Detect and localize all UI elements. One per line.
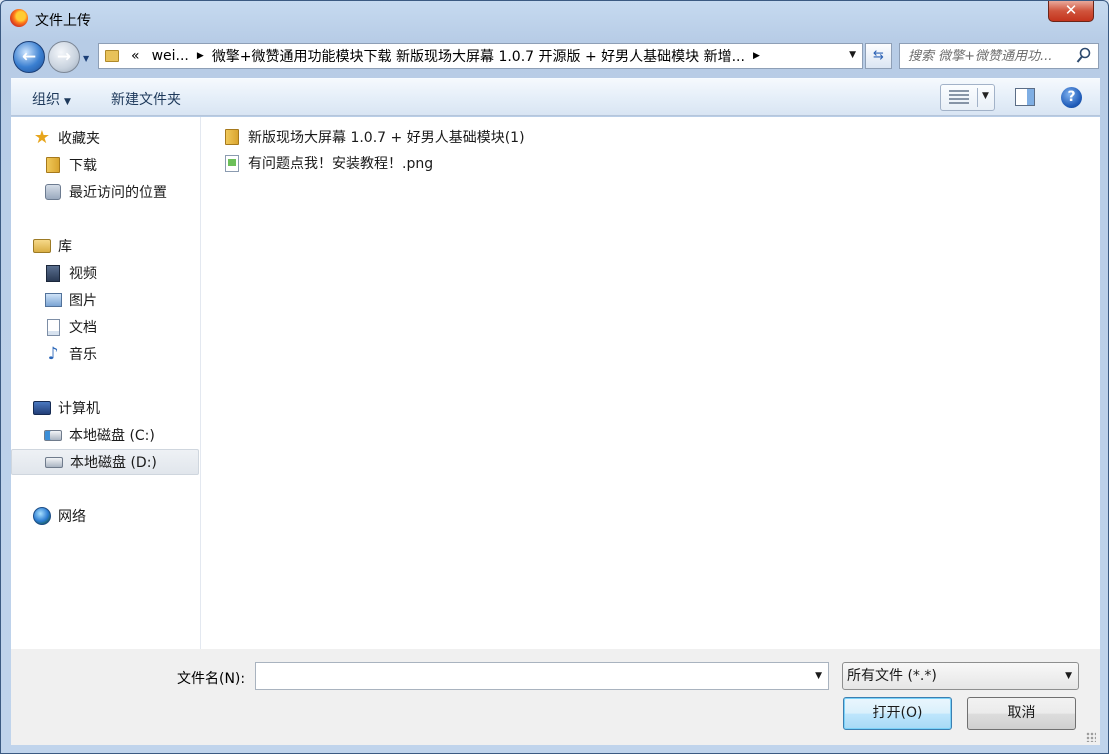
recent-places-icon xyxy=(44,183,62,201)
library-icon xyxy=(33,237,51,255)
sidebar-item-label: 视频 xyxy=(69,266,97,282)
chevron-down-icon[interactable]: ▼ xyxy=(982,91,989,101)
search-input[interactable] xyxy=(900,44,1072,68)
dialog-footer: 文件名(N): ▼ 所有文件 (*.*) ▼ 打开(O) 取消 xyxy=(11,649,1100,745)
navigation-pane: ★ 收藏夹 下载 最近访问的位置 库 视频 图片 文档 ♪ 音乐 计算机 本地磁… xyxy=(11,117,201,649)
sidebar-item-label: 最近访问的位置 xyxy=(69,185,167,201)
navigation-bar: ← → ▼ « wei... ▶ 微擎+微赞通用功能模块下载 新版现场大屏幕 1… xyxy=(1,37,1108,77)
sidebar-item-favorites[interactable]: ★ 收藏夹 xyxy=(11,125,199,151)
firefox-icon xyxy=(10,9,28,27)
sidebar-item-label: 收藏夹 xyxy=(58,131,100,147)
sidebar-item-documents[interactable]: 文档 xyxy=(11,314,199,340)
sidebar-item-videos[interactable]: 视频 xyxy=(11,260,199,286)
sidebar-item-libraries[interactable]: 库 xyxy=(11,233,199,259)
address-dropdown-icon[interactable]: ▼ xyxy=(849,50,856,60)
filename-combobox[interactable]: ▼ xyxy=(255,662,829,690)
address-segment-current[interactable]: 微擎+微赞通用功能模块下载 新版现场大屏幕 1.0.7 开源版 + 好男人基础模… xyxy=(212,46,745,66)
filename-label: 文件名(N): xyxy=(177,671,246,687)
hard-drive-icon xyxy=(45,453,63,471)
sidebar-item-computer[interactable]: 计算机 xyxy=(11,395,199,421)
command-toolbar: 组织 ▼ 新建文件夹 ▼ ? xyxy=(11,78,1100,116)
filename-field[interactable] xyxy=(256,663,804,689)
address-bar[interactable]: « wei... ▶ 微擎+微赞通用功能模块下载 新版现场大屏幕 1.0.7 开… xyxy=(98,43,863,69)
sidebar-item-label: 图片 xyxy=(69,293,97,309)
chevron-down-icon[interactable]: ▼ xyxy=(815,671,822,681)
back-arrow-icon[interactable]: ← xyxy=(13,41,45,73)
sidebar-item-label: 本地磁盘 (C:) xyxy=(69,428,155,444)
sidebar-item-label: 音乐 xyxy=(69,347,97,363)
list-item[interactable]: 新版现场大屏幕 1.0.7 + 好男人基础模块(1) xyxy=(225,126,525,148)
sidebar-item-label: 库 xyxy=(58,239,72,255)
file-list: 新版现场大屏幕 1.0.7 + 好男人基础模块(1) 有问题点我！安装教程！.p… xyxy=(202,117,1100,649)
computer-icon xyxy=(33,399,51,417)
new-folder-button[interactable]: 新建文件夹 xyxy=(111,89,181,109)
title-bar: 文件上传 ✕ xyxy=(1,1,1108,37)
sidebar-item-drive-c[interactable]: 本地磁盘 (C:) xyxy=(11,422,199,448)
file-type-value: 所有文件 (*.*) xyxy=(847,668,937,684)
address-segment-wei[interactable]: wei... xyxy=(152,48,189,64)
open-button[interactable]: 打开(O) xyxy=(843,697,952,730)
image-file-icon xyxy=(225,155,241,172)
sidebar-item-label: 本地磁盘 (D:) xyxy=(70,455,157,471)
sidebar-item-downloads[interactable]: 下载 xyxy=(11,152,199,178)
folder-icon xyxy=(225,129,241,145)
forward-arrow-icon[interactable]: → xyxy=(48,41,80,73)
content-area: ★ 收藏夹 下载 最近访问的位置 库 视频 图片 文档 ♪ 音乐 计算机 本地磁… xyxy=(11,117,1100,649)
sidebar-item-label: 下载 xyxy=(69,158,97,174)
close-button[interactable]: ✕ xyxy=(1048,1,1094,22)
download-folder-icon xyxy=(44,156,62,174)
sidebar-item-music[interactable]: ♪ 音乐 xyxy=(11,341,199,367)
sidebar-item-network[interactable]: 网络 xyxy=(11,503,199,529)
organize-label: 组织 xyxy=(32,92,60,108)
list-item[interactable]: 有问题点我！安装教程！.png xyxy=(225,152,433,174)
file-upload-dialog: 文件上传 ✕ ← → ▼ « wei... ▶ 微擎+微赞通用功能模块下载 新版… xyxy=(0,0,1109,754)
cancel-button[interactable]: 取消 xyxy=(967,697,1076,730)
window-title: 文件上传 xyxy=(35,13,91,29)
video-library-icon xyxy=(44,264,62,282)
chevron-right-icon[interactable]: ▶ xyxy=(197,51,204,61)
refresh-icon[interactable]: ⇆ xyxy=(865,43,892,69)
resize-grip-icon[interactable] xyxy=(1086,732,1096,742)
chevron-down-icon: ▼ xyxy=(64,97,71,107)
help-icon[interactable]: ? xyxy=(1061,87,1082,108)
organize-button[interactable]: 组织 ▼ xyxy=(32,89,71,109)
star-icon: ★ xyxy=(33,127,51,148)
search-icon[interactable] xyxy=(1076,47,1092,65)
divider xyxy=(977,88,978,107)
sidebar-item-pictures[interactable]: 图片 xyxy=(11,287,199,313)
sidebar-item-label: 计算机 xyxy=(58,401,100,417)
music-library-icon: ♪ xyxy=(47,343,59,364)
file-name: 有问题点我！安装教程！.png xyxy=(248,156,434,172)
documents-library-icon xyxy=(44,318,62,336)
search-box[interactable] xyxy=(899,43,1099,69)
sidebar-item-label: 文档 xyxy=(69,320,97,336)
file-type-select[interactable]: 所有文件 (*.*) ▼ xyxy=(842,662,1079,690)
system-drive-icon xyxy=(44,426,62,444)
folder-icon xyxy=(105,50,119,62)
preview-pane-icon[interactable] xyxy=(1015,88,1035,106)
details-view-icon xyxy=(949,90,969,105)
network-icon xyxy=(33,507,51,525)
sidebar-item-drive-d[interactable]: 本地磁盘 (D:) xyxy=(11,449,199,475)
sidebar-item-recent-places[interactable]: 最近访问的位置 xyxy=(11,179,199,205)
history-dropdown-icon[interactable]: ▼ xyxy=(83,54,89,63)
file-name: 新版现场大屏幕 1.0.7 + 好男人基础模块(1) xyxy=(248,130,525,146)
address-overflow[interactable]: « xyxy=(131,48,140,64)
chevron-down-icon[interactable]: ▼ xyxy=(1065,663,1072,689)
pictures-library-icon xyxy=(44,291,62,309)
chevron-right-icon[interactable]: ▶ xyxy=(753,51,760,61)
sidebar-item-label: 网络 xyxy=(58,509,86,525)
view-options-button[interactable]: ▼ xyxy=(940,84,995,111)
